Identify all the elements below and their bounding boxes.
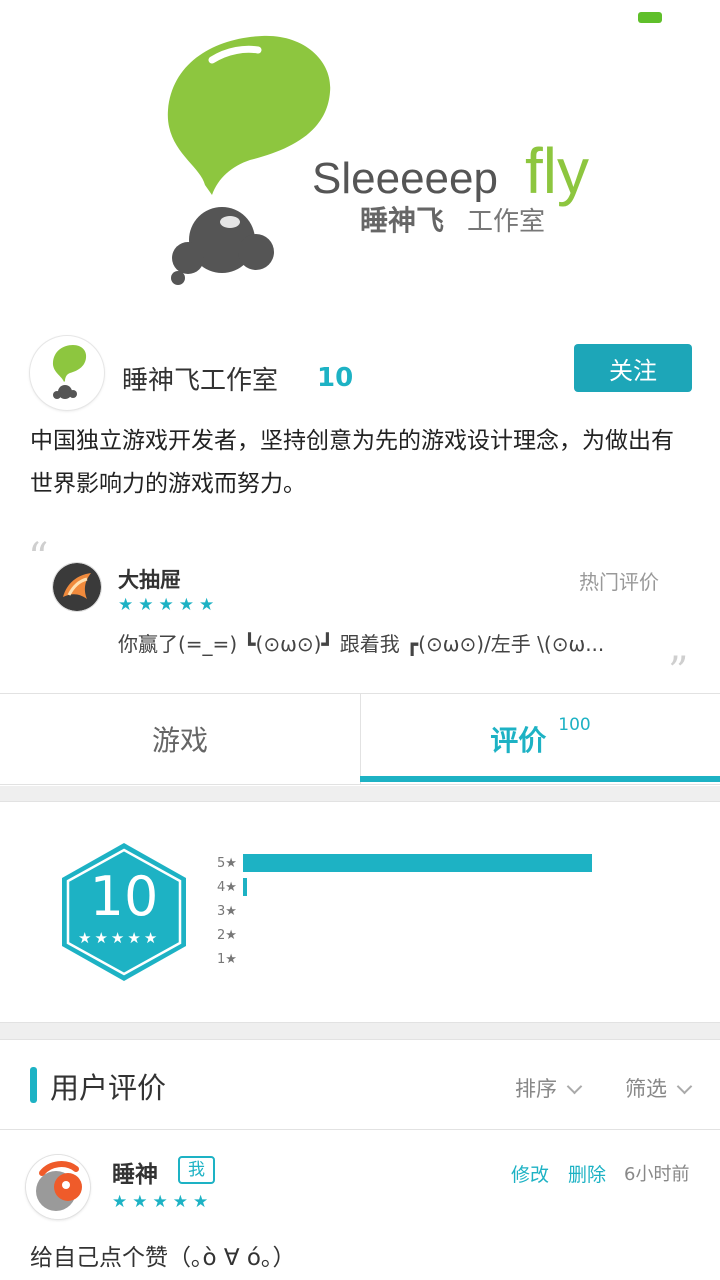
rating-bar-label: 4★ — [217, 879, 237, 895]
star-icon: ★ — [193, 1192, 209, 1212]
review-stars: ★ ★ ★ ★ ★ — [112, 1194, 208, 1211]
section-title: 用户评价 — [50, 1071, 167, 1105]
edit-review-button[interactable]: 修改 — [511, 1160, 549, 1187]
tab-reviews[interactable]: 评价 100 — [360, 694, 720, 784]
star-icon: ★ — [78, 929, 92, 947]
rating-bar-row: 4★ — [217, 877, 603, 897]
rating-bar-fill — [243, 854, 593, 872]
hot-review-username: 大抽屉 — [118, 568, 181, 592]
star-icon: ★ — [152, 1192, 168, 1212]
chevron-down-icon — [566, 1078, 583, 1095]
rating-bar-label: 1★ — [217, 951, 237, 967]
studio-header: 睡神飞工作室 10 关注 — [30, 336, 692, 411]
section-divider — [0, 1022, 720, 1040]
star-icon: ★ — [199, 595, 215, 615]
star-icon: ★ — [178, 595, 194, 615]
rating-bar-label: 2★ — [217, 927, 237, 943]
filter-label: 筛选 — [625, 1077, 667, 1101]
rating-bar-label: 3★ — [217, 903, 237, 919]
section-accent-bar — [30, 1067, 37, 1103]
svg-text:Sleeeeep: Sleeeeep — [312, 154, 498, 203]
open-quote-icon: “ — [28, 535, 49, 581]
section-divider — [0, 786, 720, 802]
chevron-down-icon — [676, 1078, 693, 1095]
svg-text:工作室: 工作室 — [467, 207, 545, 237]
studio-score: 10 — [317, 363, 354, 393]
star-icon: ★ — [172, 1192, 188, 1212]
studio-banner: Sleeeeep fly 睡神飞 工作室 — [167, 35, 589, 285]
hot-review-text[interactable]: 你赢了(=_=) ┗(⊙ω⊙)┛ 跟着我 ┏(⊙ω⊙)/左手 \(⊙ω... — [118, 628, 663, 657]
rating-bar-row: 2★ — [217, 925, 603, 945]
hot-review-avatar[interactable] — [53, 563, 101, 611]
sort-label: 排序 — [515, 1077, 557, 1101]
rating-bar-row: 5★ — [217, 853, 603, 873]
hot-review-label: 热门评价 — [579, 570, 659, 594]
star-icon: ★ — [132, 1192, 148, 1212]
svg-text:fly: fly — [525, 135, 589, 207]
rating-bar-label: 5★ — [217, 855, 237, 871]
review-username: 睡神 — [112, 1162, 158, 1188]
active-tab-indicator — [360, 776, 720, 782]
rating-bar-row: 1★ — [217, 949, 603, 969]
tab-bar: 游戏 评价 100 — [0, 693, 720, 785]
studio-description: 中国独立游戏开发者，坚持创意为先的游戏设计理念，为做出有世界影响力的游戏而努力。 — [30, 428, 674, 497]
star-icon: ★ — [110, 929, 125, 947]
rating-summary: 10 ★ ★ ★ ★ ★ 5★ 4★ 3★ 2★ 1★ — [0, 803, 720, 1023]
filter-button[interactable]: 筛选 — [625, 1073, 693, 1103]
follow-button[interactable]: 关注 — [574, 344, 692, 392]
review-avatar[interactable] — [26, 1155, 90, 1219]
star-icon: ★ — [158, 595, 174, 615]
review-text: 给自己点个赞（｡ò ∀ ó｡） — [30, 1245, 296, 1271]
tab-reviews-label: 评价 — [490, 724, 547, 757]
star-icon: ★ — [127, 929, 141, 947]
rating-score: 10 — [89, 865, 159, 928]
studio-avatar[interactable] — [30, 336, 104, 410]
star-icon: ★ — [143, 929, 158, 947]
studio-name: 睡神飞工作室 — [122, 366, 279, 396]
star-icon: ★ — [94, 929, 108, 947]
hot-review-stars: ★ ★ ★ ★ ★ — [118, 597, 214, 614]
star-icon: ★ — [138, 595, 154, 615]
svg-text:睡神飞: 睡神飞 — [360, 204, 444, 237]
rating-bar-row: 3★ — [217, 901, 603, 921]
star-icon: ★ — [118, 595, 134, 615]
tab-games[interactable]: 游戏 — [0, 694, 360, 784]
sort-button[interactable]: 排序 — [515, 1073, 583, 1103]
star-icon: ★ — [112, 1192, 128, 1212]
delete-review-button[interactable]: 删除 — [568, 1160, 606, 1187]
tab-reviews-count: 100 — [558, 715, 591, 735]
rating-bar-fill — [243, 878, 247, 896]
review-timestamp: 6小时前 — [624, 1164, 690, 1185]
rating-stars: ★ ★ ★ ★ ★ — [78, 931, 157, 946]
user-reviews-header: 用户评价 排序 筛选 — [0, 1041, 720, 1130]
close-quote-icon: ” — [668, 649, 689, 695]
me-badge: 我 — [178, 1156, 215, 1184]
tab-games-label: 游戏 — [151, 724, 208, 757]
